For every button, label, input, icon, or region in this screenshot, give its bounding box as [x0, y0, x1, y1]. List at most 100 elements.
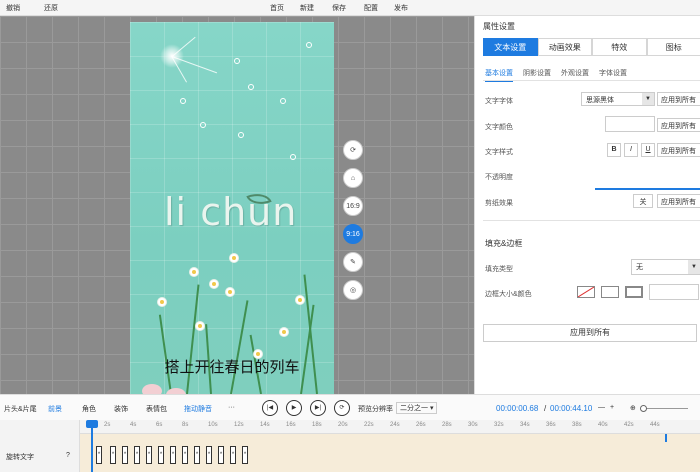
daisy	[196, 322, 204, 330]
bubble	[290, 154, 296, 160]
intro-outro-button[interactable]: 片头&片尾	[4, 404, 37, 414]
keyframe-clip[interactable]: *	[194, 446, 200, 464]
edit-icon[interactable]: ✎	[343, 252, 363, 272]
bubble	[234, 58, 240, 64]
skip-back-icon[interactable]: |◀	[262, 400, 278, 416]
keyframe-clip[interactable]: *	[134, 446, 140, 464]
more-icon[interactable]: ···	[228, 404, 235, 411]
thick-border-icon[interactable]	[625, 286, 643, 298]
keyframe-clip[interactable]: *	[182, 446, 188, 464]
ruler-tick: 22s	[364, 422, 374, 428]
save-button[interactable]: 保存	[332, 3, 346, 13]
ruler-tick: 6s	[156, 422, 163, 428]
skip-forward-icon[interactable]: ▶|	[310, 400, 326, 416]
config-button[interactable]: 配置	[364, 3, 378, 13]
apply-all-button[interactable]: 应用到所有	[483, 324, 697, 342]
italic-button[interactable]: I	[624, 143, 638, 157]
font-label: 文字字体	[485, 98, 513, 105]
fill-type-select[interactable]: 无 ▼	[631, 259, 700, 275]
tab-text-settings[interactable]: 文本设置	[483, 38, 538, 56]
keyframe-clip[interactable]: *	[218, 446, 224, 464]
ratio-9-16-button[interactable]: 9:16	[343, 224, 363, 244]
keyframe-clip[interactable]: *	[230, 446, 236, 464]
keyframe-clip[interactable]: *	[146, 446, 152, 464]
new-button[interactable]: 新建	[300, 3, 314, 13]
bubble	[238, 132, 244, 138]
keyframe-clip[interactable]: *	[206, 446, 212, 464]
color-picker[interactable]	[605, 116, 655, 132]
total-time: 00:00:44.10	[550, 404, 593, 413]
ruler-tick: 40s	[598, 422, 608, 428]
ruler-tick: 28s	[442, 422, 452, 428]
cut-effect-toggle[interactable]: 关	[633, 194, 653, 208]
rotate-icon[interactable]: ⟳	[343, 140, 363, 160]
border-color-picker[interactable]	[649, 284, 699, 300]
title-text[interactable]: li chun	[164, 190, 297, 234]
playhead-handle[interactable]	[86, 420, 98, 428]
video-preview[interactable]: li chun 搭上开往春日的列车	[130, 22, 334, 394]
keyframe-clip[interactable]: *	[96, 446, 102, 464]
play-icon[interactable]: ▶	[286, 400, 302, 416]
undo-button[interactable]: 撤销	[6, 3, 20, 13]
subtitle-text[interactable]: 搭上开往春日的列车	[130, 356, 334, 377]
help-icon[interactable]: ?	[66, 452, 70, 459]
no-border-icon[interactable]	[577, 286, 595, 298]
timeline-toolbar: 片头&片尾 前景 角色 装饰 表情包 拖动静音 ··· |◀ ▶ ▶| ⟳ 预览…	[0, 394, 700, 420]
tab-icons[interactable]: 图标	[646, 38, 700, 56]
loop-icon[interactable]: ⟳	[334, 400, 350, 416]
thin-border-icon[interactable]	[601, 286, 619, 298]
keyframe-clip[interactable]: *	[158, 446, 164, 464]
zoom-out-button[interactable]: —	[598, 404, 605, 411]
track-area[interactable]: * * * * * * * * * * * * *	[80, 434, 700, 472]
zoom-slider-handle[interactable]	[640, 405, 647, 412]
zoom-in-button[interactable]: +	[610, 404, 614, 411]
bubble	[306, 42, 312, 48]
keyframe-clip[interactable]: *	[242, 446, 248, 464]
ruler-tick: 10s	[208, 422, 218, 428]
fill-border-title: 填充&边框	[485, 239, 523, 248]
bold-button[interactable]: B	[607, 143, 621, 157]
ruler-tick: 20s	[338, 422, 348, 428]
tab-animation[interactable]: 动画效果	[537, 38, 592, 56]
ruler-tick: 32s	[494, 422, 504, 428]
settings-icon[interactable]: ◎	[343, 280, 363, 300]
keyframe-clip[interactable]: *	[122, 446, 128, 464]
publish-button[interactable]: 发布	[394, 3, 408, 13]
apply-color-button[interactable]: 应用到所有	[657, 118, 700, 132]
zoom-icon: ⊕	[630, 405, 636, 412]
apply-cut-button[interactable]: 应用到所有	[657, 194, 700, 208]
ratio-16-9-button[interactable]: 16:9	[343, 196, 363, 216]
pink-flower	[142, 384, 162, 394]
keyframe-clip[interactable]: *	[110, 446, 116, 464]
drag-mute-button[interactable]: 拖动静音	[184, 404, 212, 414]
ruler-tick: 12s	[234, 422, 244, 428]
time-ruler[interactable]: 2s 4s 6s 8s 10s 12s 14s 16s 18s 20s 22s …	[80, 420, 700, 434]
character-button[interactable]: 角色	[82, 404, 96, 414]
home-button[interactable]: 首页	[270, 3, 284, 13]
zoom-slider[interactable]	[644, 408, 688, 409]
property-tabs: 文本设置 动画效果 特效 图标	[483, 38, 700, 56]
ruler-tick: 24s	[390, 422, 400, 428]
redo-button[interactable]: 还原	[44, 3, 58, 13]
tab-effects[interactable]: 特效	[592, 38, 647, 56]
bubble	[280, 98, 286, 104]
apply-style-button[interactable]: 应用到所有	[657, 143, 700, 157]
daisy	[190, 268, 198, 276]
keyframe-clip[interactable]: *	[170, 446, 176, 464]
ruler-tick: 30s	[468, 422, 478, 428]
apply-font-button[interactable]: 应用到所有	[657, 92, 700, 106]
daisy	[226, 288, 234, 296]
preview-resolution-select[interactable]: 二分之一 ▾	[396, 402, 438, 414]
daisy	[280, 328, 288, 336]
decoration-button[interactable]: 装饰	[114, 404, 128, 414]
end-marker[interactable]	[665, 434, 667, 442]
ruler-tick: 14s	[260, 422, 270, 428]
emoji-button[interactable]: 表情包	[146, 404, 167, 414]
ruler-tick: 44s	[650, 422, 660, 428]
opacity-slider[interactable]	[595, 188, 700, 190]
foreground-button[interactable]: 前景	[48, 404, 62, 414]
lock-icon[interactable]: ⌂	[343, 168, 363, 188]
ruler-tick: 34s	[520, 422, 530, 428]
underline-button[interactable]: U	[641, 143, 655, 157]
font-select[interactable]: 思源黑体 ▼	[581, 92, 655, 106]
